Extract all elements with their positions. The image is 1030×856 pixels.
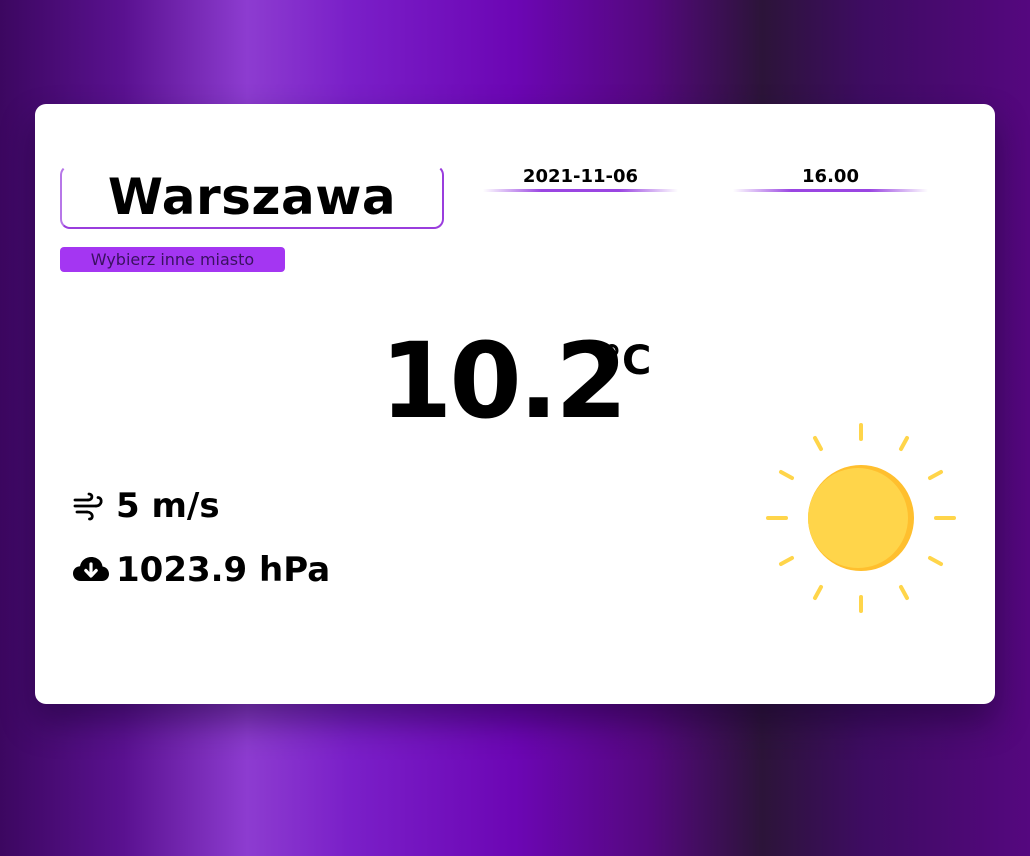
time-display: 16.00 [733,166,928,192]
date-display: 2021-11-06 [483,166,678,192]
time-underline [733,189,928,192]
time-text: 16.00 [802,166,859,187]
pressure-value: 1023.9 hPa [116,550,331,590]
wind-icon [72,488,108,524]
temperature-unit: °C [602,338,652,384]
wind-value: 5 m/s [116,486,220,526]
wind-stat: 5 m/s [72,486,220,526]
date-text: 2021-11-06 [522,166,639,187]
change-city-button[interactable]: Wybierz inne miasto [60,247,285,272]
city-title-box: Warszawa [60,165,444,229]
cloud-download-icon [72,552,109,588]
temperature-value: 10.2 [380,320,628,442]
pressure-stat: 1023.9 hPa [72,550,330,590]
sun-icon [765,422,957,614]
date-underline [483,189,678,192]
weather-card: Warszawa Wybierz inne miasto 2021-11-06 … [35,104,995,704]
city-name: Warszawa [107,168,397,226]
temperature-display: 10.2 °C [380,326,651,436]
